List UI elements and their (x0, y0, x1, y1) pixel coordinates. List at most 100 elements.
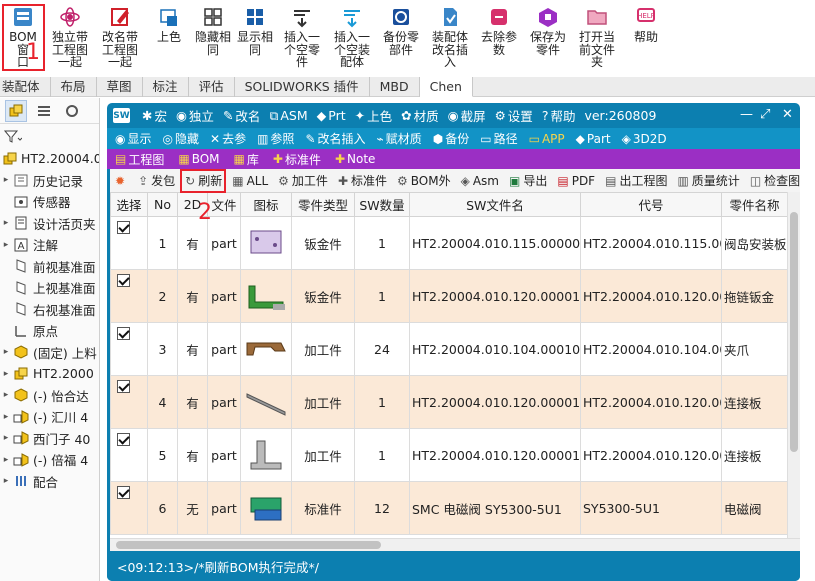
ribbon-button-save-part[interactable]: 保存为 零件 (526, 6, 570, 56)
feature-manager-tab[interactable] (5, 99, 27, 122)
row-checkbox[interactable] (117, 486, 130, 499)
select-cell[interactable] (110, 428, 148, 482)
tree-item[interactable]: ▸ (-) 汇川 4 (0, 406, 99, 428)
ribbon-button-color[interactable]: 上色 (147, 6, 191, 44)
expand-arrow-icon[interactable]: ▸ (0, 347, 12, 357)
command-tab[interactable]: Chen (419, 77, 473, 97)
action-d3-button[interactable]: ◈ 3D2D (622, 132, 667, 146)
scroll-thumb[interactable] (790, 212, 798, 452)
toolbar-standard-button[interactable]: ✚ 标准件 (333, 169, 392, 192)
select-cell[interactable] (110, 481, 148, 535)
action-eye-off-button[interactable]: ◎ 隐藏 (163, 130, 200, 147)
toolbar-asm-button[interactable]: ◈ Asm (456, 169, 504, 192)
ribbon-button-backup[interactable]: 备份零 部件 (379, 6, 423, 56)
table-row[interactable]: 1有part钣金件1HT2.20004.010.115.000003.AHT2.… (110, 216, 788, 270)
config-manager-tab[interactable] (61, 100, 83, 122)
table-row[interactable]: 4有part 加工件1HT2.20004.010.120.000015.AHT2.… (110, 375, 788, 429)
column-header[interactable]: 文件 (207, 192, 241, 217)
ribbon-button-grid-hide[interactable]: 隐藏相 同 (191, 6, 235, 56)
titlebar-copy-button[interactable]: ⧉ ASM (269, 106, 307, 125)
ribbon-button-insert-part[interactable]: 插入一 个空零 件 (280, 6, 324, 69)
tree-root[interactable]: HT2.20004.01 (0, 148, 99, 170)
toolbar-excel-button[interactable]: ▣ 导出 (504, 169, 552, 192)
toolbar-pdf-button[interactable]: ▤ PDF (552, 169, 600, 192)
toolbar-bom-out-button[interactable]: ⚙ BOM外 (392, 169, 456, 192)
expand-arrow-icon[interactable]: ▸ (0, 412, 12, 422)
ribbon-button-atom[interactable]: 独立带 工程图 一起 (48, 6, 92, 69)
expand-arrow-icon[interactable]: ▸ (0, 218, 12, 228)
ribbon-button-remove-param[interactable]: 去除参 数 (477, 6, 521, 56)
action-folder-button[interactable]: ▭ 路径 (480, 130, 517, 147)
module-drawing-button[interactable]: ▤ 工程图 (115, 151, 164, 168)
tree-item[interactable]: ▸ 设计活页夹 (0, 213, 99, 235)
action-trash-button[interactable]: ▥ 参照 (257, 130, 294, 147)
tree-item[interactable]: 右视基准面 (0, 299, 99, 321)
tree-item[interactable]: ▸ HT2.2000 (0, 363, 99, 385)
maximize-button[interactable]: ⤢ (760, 107, 770, 122)
tree-item[interactable]: ▸ 历史记录 (0, 170, 99, 192)
toolbar-fire-button[interactable]: ✹ (110, 169, 133, 192)
tree-item[interactable]: ▸ 西门子 40 (0, 428, 99, 450)
expand-arrow-icon[interactable]: ▸ (0, 390, 12, 400)
module-note-button[interactable]: ✚ Note (335, 152, 375, 166)
module-bom-button[interactable]: ▦ BOM (178, 152, 219, 166)
select-cell[interactable] (110, 322, 148, 376)
titlebar-diamond-button[interactable]: ◆ Prt (317, 106, 346, 125)
command-tab[interactable]: MBD (370, 77, 420, 97)
action-rename-button[interactable]: ✎ 改名插入 (305, 130, 365, 147)
tree-item[interactable]: ▸ A 注解 (0, 234, 99, 256)
ribbon-button-edit[interactable]: 改名带 工程图 一起 (98, 6, 142, 69)
row-checkbox[interactable] (117, 380, 130, 393)
table-row[interactable]: 3有part 加工件24HT2.20004.010.104.000106.AHT2… (110, 322, 788, 376)
tree-item[interactable]: 传感器 (0, 191, 99, 213)
command-tab[interactable]: 评估 (189, 77, 235, 97)
expand-arrow-icon[interactable]: ▸ (0, 369, 12, 379)
row-checkbox[interactable] (117, 221, 130, 234)
expand-arrow-icon[interactable]: ▸ (0, 175, 12, 185)
titlebar-star-button[interactable]: ✱ 宏 (142, 106, 167, 125)
titlebar-rename-button[interactable]: ✎ 改名 (223, 106, 261, 125)
action-app-folder-button[interactable]: ▭ APP (529, 132, 565, 146)
toolbar-grid-button[interactable]: ▦ ALL (227, 169, 273, 192)
tree-item[interactable]: ▸ (-) 倍福 4 (0, 449, 99, 471)
vertical-scrollbar[interactable] (787, 192, 800, 538)
toolbar-drawing-button[interactable]: ▤ 出工程图 (600, 169, 672, 192)
row-checkbox[interactable] (117, 327, 130, 340)
column-header[interactable]: 选择 (110, 192, 148, 217)
horizontal-scrollbar[interactable] (110, 538, 800, 551)
tree-filter[interactable] (0, 124, 99, 148)
action-cube-button[interactable]: ⬢ 备份 (433, 130, 470, 147)
table-row[interactable]: 2有part 钣金件1HT2.20004.010.120.000014.AHT2.… (110, 269, 788, 323)
ribbon-button-asm-rename[interactable]: 装配体 改名插 入 (428, 6, 472, 69)
titlebar-gear-button[interactable]: ⚙ 设置 (495, 106, 533, 125)
command-tab[interactable]: 布局 (51, 77, 97, 97)
tree-item[interactable]: ▸ (固定) 上料 (0, 342, 99, 364)
select-cell[interactable] (110, 216, 148, 270)
row-checkbox[interactable] (117, 433, 130, 446)
expand-arrow-icon[interactable]: ▸ (0, 455, 12, 465)
toolbar-machining-button[interactable]: ⚙ 加工件 (273, 169, 333, 192)
column-header[interactable]: SW文件名 (409, 192, 581, 217)
titlebar-paint-button[interactable]: ✦ 上色 (355, 106, 393, 125)
minimize-button[interactable]: — (740, 107, 753, 122)
action-part-button[interactable]: ◆ Part (576, 132, 611, 146)
toolbar-send-button[interactable]: ⇪ 发包 (133, 169, 180, 192)
tree-item[interactable]: 上视基准面 (0, 277, 99, 299)
column-header[interactable]: 零件名称 (721, 192, 788, 217)
module-standard-button[interactable]: ✚ 标准件 (273, 151, 321, 168)
close-button[interactable]: ✕ (782, 107, 793, 122)
action-brush-button[interactable]: ⌁ 赋材质 (377, 130, 422, 147)
action-remove-button[interactable]: ✕ 去参 (210, 130, 246, 147)
column-header[interactable]: 零件类型 (291, 192, 355, 217)
titlebar-material-button[interactable]: ✿ 材质 (401, 106, 439, 125)
expand-arrow-icon[interactable]: ▸ (0, 433, 12, 443)
tree-item[interactable]: 前视基准面 (0, 256, 99, 278)
ribbon-button-grid-show[interactable]: 显示相 同 (233, 6, 277, 56)
command-tab[interactable]: SOLIDWORKS 插件 (235, 77, 370, 97)
command-tab[interactable]: 装配体 (0, 77, 51, 97)
column-header[interactable]: SW数量 (354, 192, 410, 217)
column-header[interactable]: No (147, 192, 178, 217)
ribbon-button-insert-asm[interactable]: 插入一 个空装 配体 (330, 6, 374, 69)
toolbar-check-button[interactable]: ◫检查图纸数量 (745, 169, 800, 192)
select-cell[interactable] (110, 269, 148, 323)
